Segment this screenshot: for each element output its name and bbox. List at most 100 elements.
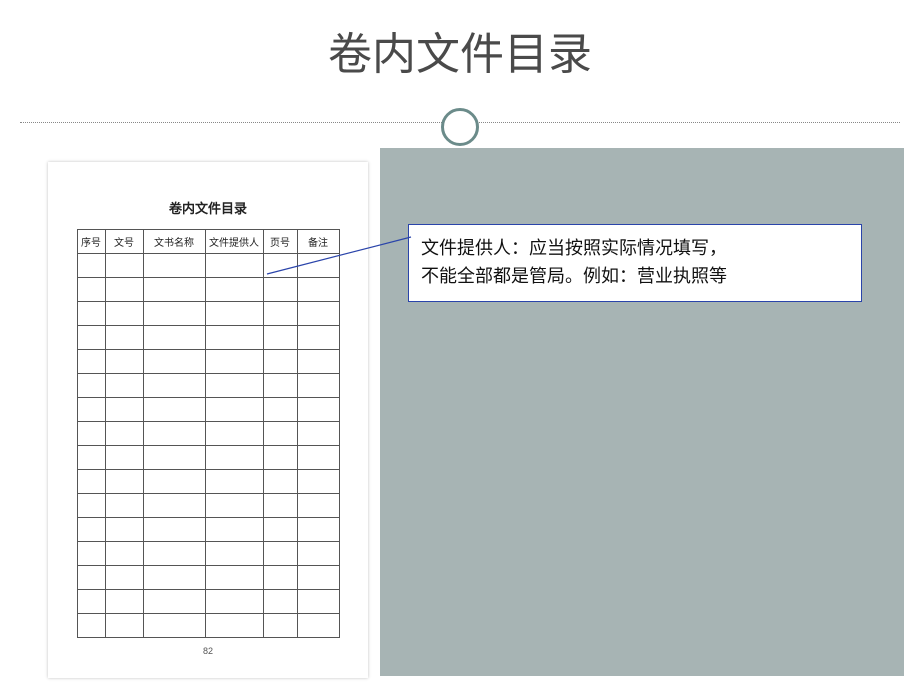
table-cell (297, 470, 339, 494)
th-remark: 备注 (297, 230, 339, 254)
table-cell (263, 326, 297, 350)
table-cell (105, 374, 143, 398)
table-cell (263, 254, 297, 278)
table-row (77, 590, 339, 614)
table-cell (297, 446, 339, 470)
table-row (77, 542, 339, 566)
table-cell (297, 398, 339, 422)
table-row (77, 422, 339, 446)
table-cell (263, 494, 297, 518)
slide-title: 卷内文件目录 (0, 0, 920, 94)
table-cell (105, 278, 143, 302)
note-line-2: 不能全部都是管局。例如：营业执照等 (421, 266, 727, 286)
table-cell (77, 398, 105, 422)
table-row (77, 494, 339, 518)
table-cell (143, 446, 205, 470)
table-cell (143, 254, 205, 278)
table-cell (205, 494, 263, 518)
table-cell (143, 494, 205, 518)
table-cell (205, 614, 263, 638)
table-cell (297, 302, 339, 326)
table-cell (105, 494, 143, 518)
table-cell (77, 542, 105, 566)
table-cell (205, 542, 263, 566)
table-row (77, 350, 339, 374)
table-row (77, 470, 339, 494)
table-cell (105, 422, 143, 446)
th-name: 文书名称 (143, 230, 205, 254)
table-cell (297, 494, 339, 518)
table-cell (263, 374, 297, 398)
th-page: 页号 (263, 230, 297, 254)
table-cell (105, 518, 143, 542)
table-cell (205, 374, 263, 398)
table-cell (77, 278, 105, 302)
table-cell (297, 590, 339, 614)
th-seq: 序号 (77, 230, 105, 254)
table-cell (105, 302, 143, 326)
table-cell (105, 590, 143, 614)
table-row (77, 326, 339, 350)
table-row (77, 302, 339, 326)
table-cell (77, 494, 105, 518)
table-cell (297, 326, 339, 350)
table-cell (77, 446, 105, 470)
table-cell (263, 422, 297, 446)
table-cell (263, 518, 297, 542)
table-cell (205, 518, 263, 542)
table-cell (77, 254, 105, 278)
table-row (77, 518, 339, 542)
table-row (77, 398, 339, 422)
table-cell (205, 326, 263, 350)
table-cell (263, 590, 297, 614)
table-cell (297, 374, 339, 398)
table-cell (77, 590, 105, 614)
table-row (77, 374, 339, 398)
table-cell (143, 518, 205, 542)
table-cell (205, 566, 263, 590)
table-cell (205, 350, 263, 374)
table-cell (143, 302, 205, 326)
table-cell (263, 278, 297, 302)
table-cell (143, 374, 205, 398)
table-cell (105, 326, 143, 350)
table-cell (143, 422, 205, 446)
table-cell (105, 446, 143, 470)
table-cell (77, 422, 105, 446)
annotation-box: 文件提供人：应当按照实际情况填写， 不能全部都是管局。例如：营业执照等 (408, 224, 862, 302)
table-cell (263, 542, 297, 566)
table-cell (143, 398, 205, 422)
right-panel: 文件提供人：应当按照实际情况填写， 不能全部都是管局。例如：营业执照等 (380, 148, 904, 676)
table-cell (297, 254, 339, 278)
table-cell (297, 614, 339, 638)
table-cell (205, 278, 263, 302)
table-cell (297, 566, 339, 590)
table-cell (105, 398, 143, 422)
table-cell (297, 518, 339, 542)
table-cell (297, 350, 339, 374)
table-cell (77, 350, 105, 374)
table-cell (77, 614, 105, 638)
table-cell (105, 542, 143, 566)
table-cell (263, 446, 297, 470)
table-cell (297, 422, 339, 446)
table-cell (143, 350, 205, 374)
table-row (77, 614, 339, 638)
table-cell (105, 470, 143, 494)
table-cell (205, 470, 263, 494)
table-cell (143, 614, 205, 638)
note-line-1: 文件提供人：应当按照实际情况填写， (421, 238, 727, 258)
table-header-row: 序号 文号 文书名称 文件提供人 页号 备注 (77, 230, 339, 254)
table-cell (143, 278, 205, 302)
table-cell (263, 302, 297, 326)
table-cell (105, 614, 143, 638)
table-cell (205, 254, 263, 278)
th-provider: 文件提供人 (205, 230, 263, 254)
table-cell (297, 278, 339, 302)
table-cell (263, 350, 297, 374)
document-page: 卷内文件目录 序号 文号 文书名称 文件提供人 页号 备注 82 (48, 162, 368, 678)
document-title: 卷内文件目录 (48, 162, 368, 229)
table-row (77, 566, 339, 590)
table-cell (77, 374, 105, 398)
table-body (77, 254, 339, 638)
